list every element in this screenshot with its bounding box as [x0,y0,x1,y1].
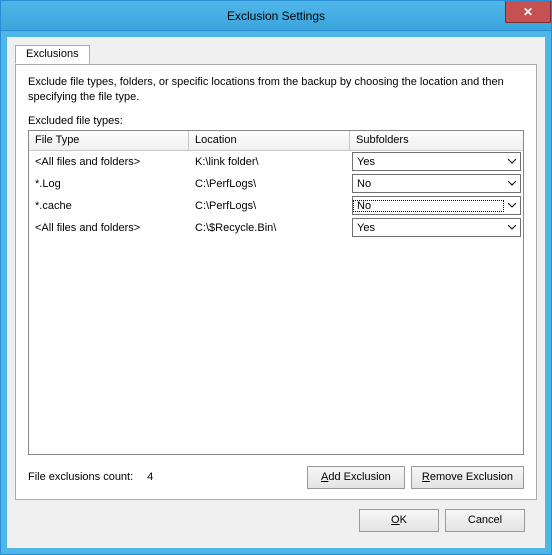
subfolders-select[interactable]: Yes [352,218,521,237]
table-row[interactable]: *.LogC:\PerfLogs\No [29,173,523,195]
cell-file-type[interactable]: <All files and folders> [29,151,189,173]
btn-text: OK [391,514,407,526]
ok-button[interactable]: OK [359,509,439,532]
grid-body: <All files and folders>K:\link folder\Ye… [29,151,523,454]
header-location[interactable]: Location [189,131,350,151]
remove-exclusion-button[interactable]: Remove Exclusion [411,466,524,489]
exclusions-grid: File Type Location Subfolders <All files… [28,130,524,455]
chevron-down-icon [504,197,520,214]
chevron-down-icon [504,219,520,236]
select-value: No [353,200,504,212]
subfolders-select[interactable]: No [352,174,521,193]
subfolders-select[interactable]: No [352,196,521,215]
cancel-button[interactable]: Cancel [445,509,525,532]
titlebar: Exclusion Settings ✕ [1,1,551,31]
tab-strip: Exclusions [15,45,537,65]
cell-file-type[interactable]: <All files and folders> [29,217,189,239]
table-row[interactable]: *.cacheC:\PerfLogs\No [29,195,523,217]
cell-file-type[interactable]: *.Log [29,173,189,195]
cell-file-type[interactable]: *.cache [29,195,189,217]
grid-header-row: File Type Location Subfolders [29,131,523,151]
tab-exclusions[interactable]: Exclusions [15,45,90,64]
subfolders-select[interactable]: Yes [352,152,521,171]
header-file-type[interactable]: File Type [29,131,189,151]
exclusion-settings-window: Exclusion Settings ✕ Exclusions Exclude … [0,0,552,555]
window-title: Exclusion Settings [1,9,551,23]
btn-text: Add Exclusion [321,471,391,483]
cell-subfolders: Yes [350,217,523,239]
cell-location[interactable]: C:\PerfLogs\ [189,173,350,195]
cell-location[interactable]: K:\link folder\ [189,151,350,173]
dialog-footer: OK Cancel [15,500,537,540]
cell-subfolders: No [350,195,523,217]
chevron-down-icon [504,153,520,170]
table-row[interactable]: <All files and folders>K:\link folder\Ye… [29,151,523,173]
close-icon: ✕ [523,5,533,19]
list-label: Excluded file types: [28,115,524,127]
table-row[interactable]: <All files and folders>C:\$Recycle.Bin\Y… [29,217,523,239]
cell-location[interactable]: C:\$Recycle.Bin\ [189,217,350,239]
select-value: Yes [353,222,504,234]
cell-subfolders: Yes [350,151,523,173]
select-value: Yes [353,156,504,168]
exclusions-panel: Exclude file types, folders, or specific… [15,64,537,500]
add-exclusion-button[interactable]: Add Exclusion [307,466,405,489]
btn-text: Remove Exclusion [422,471,513,483]
close-button[interactable]: ✕ [505,1,551,23]
count-label: File exclusions count: [28,471,133,483]
select-value: No [353,178,504,190]
panel-description: Exclude file types, folders, or specific… [28,75,524,105]
tab-label: Exclusions [26,48,79,60]
client-area: Exclusions Exclude file types, folders, … [1,31,551,554]
count-row: File exclusions count: 4 Add Exclusion R… [28,465,524,489]
btn-text: Cancel [468,514,502,526]
header-subfolders[interactable]: Subfolders [350,131,523,151]
chevron-down-icon [504,175,520,192]
cell-location[interactable]: C:\PerfLogs\ [189,195,350,217]
count-value: 4 [147,471,153,483]
cell-subfolders: No [350,173,523,195]
